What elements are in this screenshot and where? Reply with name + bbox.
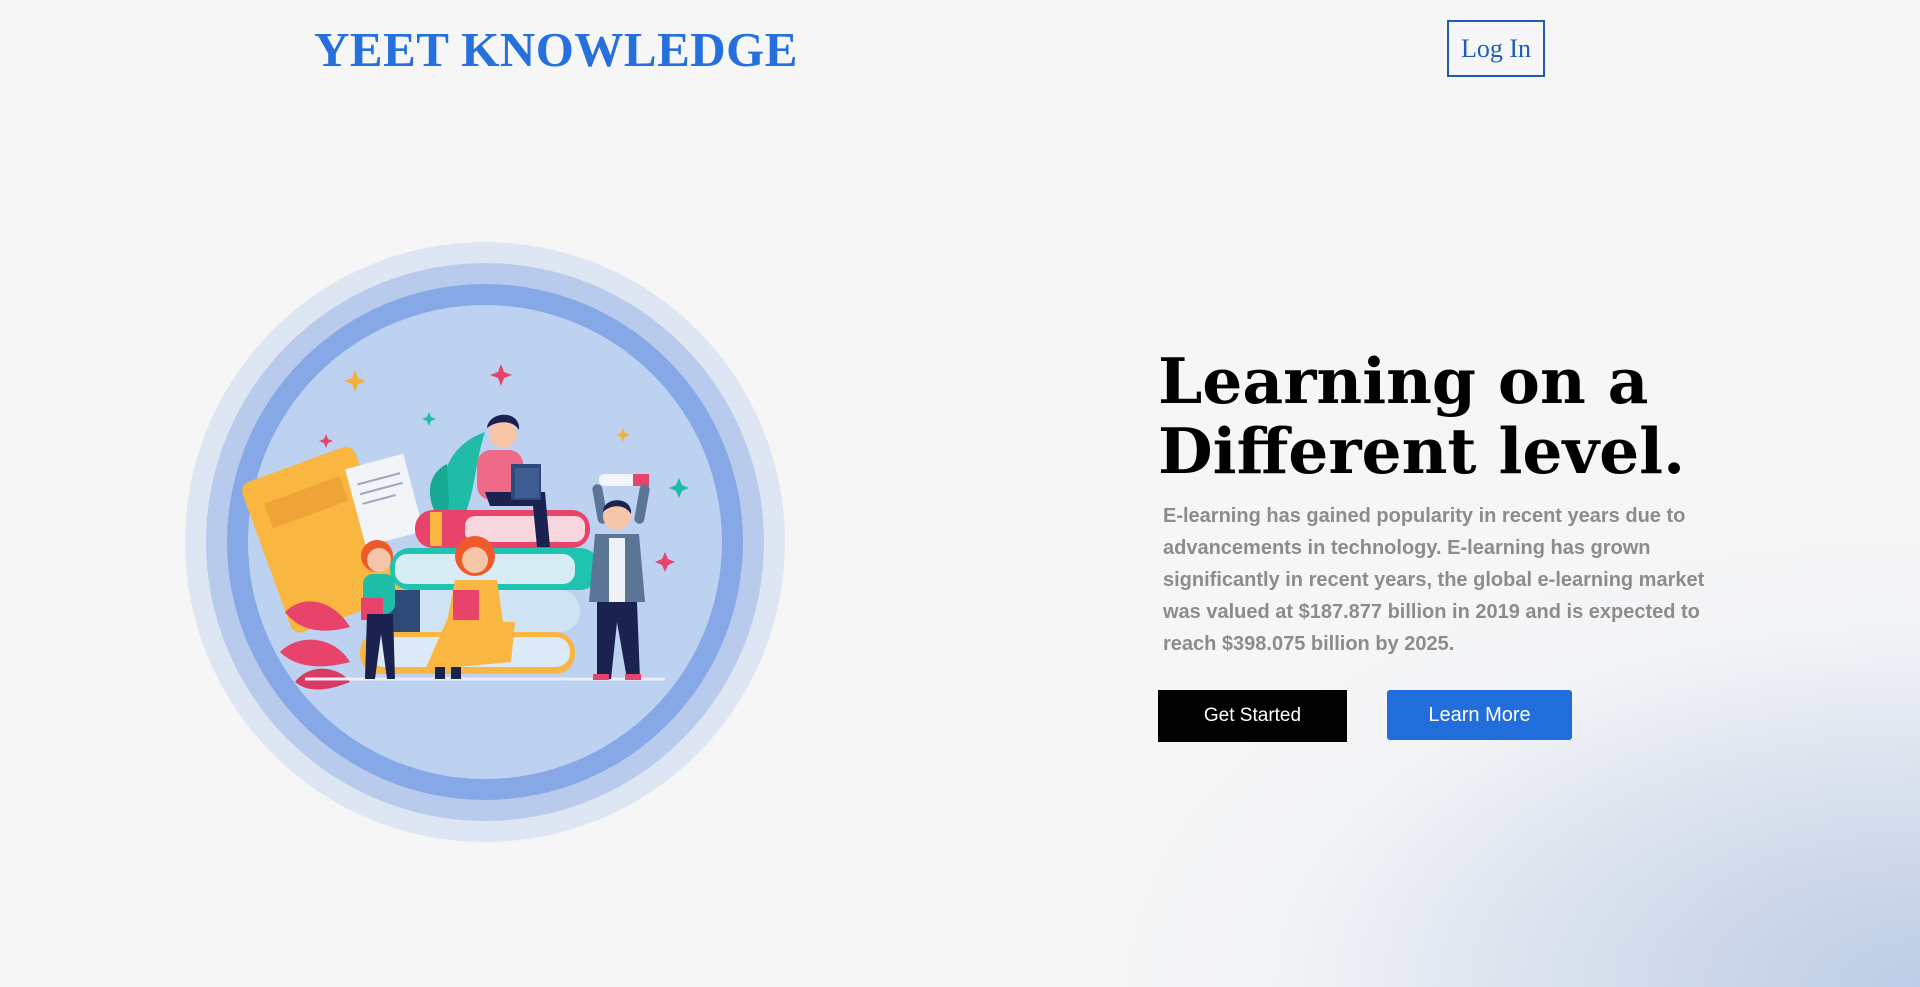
hero-headline-line2: Different level. bbox=[1158, 414, 1686, 488]
get-started-button[interactable]: Get Started bbox=[1158, 690, 1347, 742]
site-logo[interactable]: YEET KNOWLEDGE bbox=[314, 20, 798, 80]
login-button[interactable]: Log In bbox=[1447, 20, 1545, 77]
hero-description: E-learning has gained popularity in rece… bbox=[1163, 505, 1705, 655]
hero-headline: Learning on a Different level. bbox=[1158, 346, 1685, 486]
people-reading-books-illustration bbox=[185, 242, 785, 842]
hero-headline-line1: Learning on a bbox=[1158, 344, 1649, 418]
learn-more-button[interactable]: Learn More bbox=[1387, 690, 1572, 740]
